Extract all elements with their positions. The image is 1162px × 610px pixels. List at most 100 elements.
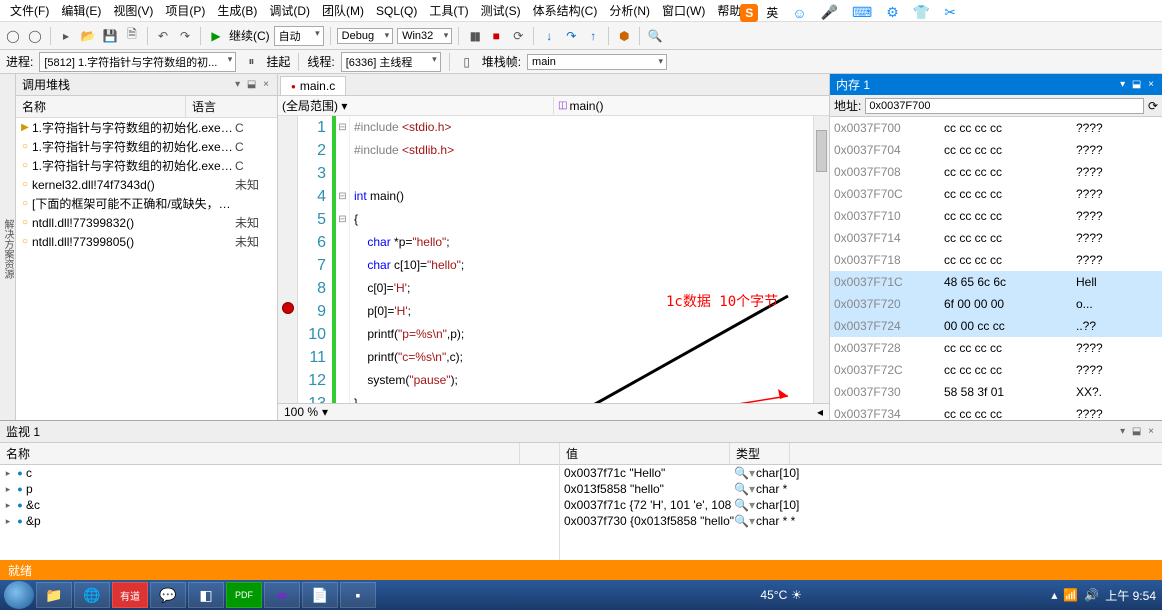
mode-dropdown[interactable]: 自动 [274,26,324,46]
ime-mode[interactable]: 英 [760,2,784,23]
back-icon[interactable]: ◯ [4,27,22,45]
breakpoint-icon[interactable] [282,302,294,314]
tray-net-icon[interactable]: 📶 [1063,588,1078,602]
memory-row[interactable]: 0x0037F710cc cc cc cc???? [830,205,1162,227]
memory-row[interactable]: 0x0037F7206f 00 00 00o... [830,293,1162,315]
scrollbar-vertical[interactable] [813,116,829,403]
memory-panel-controls[interactable]: ▾ ⬓ × [1120,79,1156,90]
menu-test[interactable]: 测试(S) [475,0,527,21]
vs-icon[interactable]: ∞ [264,582,300,608]
callstack-row[interactable]: ▶1.字符指针与字符数组的初始化.exe!main(...C [16,118,277,137]
callstack-row[interactable]: ○kernel32.dll!74f7343d()未知 [16,175,277,194]
memory-row[interactable]: 0x0037F72Ccc cc cc cc???? [830,359,1162,381]
step-out-icon[interactable]: ↑ [584,27,602,45]
pdf-icon[interactable]: PDF [226,582,262,608]
tray-up-icon[interactable]: ▴ [1051,588,1057,602]
code-editor[interactable]: 1234567891011121314 ⊟⊟⊟ #include <stdio.… [278,116,829,403]
keyboard-icon[interactable]: ⌨ [846,2,878,23]
saveall-icon[interactable]: 🗎 [123,27,141,45]
config-dropdown[interactable]: Debug [337,28,393,44]
memory-row[interactable]: 0x0037F72400 00 cc cc..?? [830,315,1162,337]
platform-dropdown[interactable]: Win32 [397,28,452,44]
suspend-label[interactable]: 挂起 [266,53,290,70]
breakpoint-gutter[interactable] [278,116,298,403]
hex-icon[interactable]: ⬢ [615,27,633,45]
memory-row[interactable]: 0x0037F718cc cc cc cc???? [830,249,1162,271]
zoom-level[interactable]: 100 % [284,405,318,419]
menu-arch[interactable]: 体系结构(C) [527,0,604,21]
watch-row[interactable]: ▸●&c [0,497,559,513]
menu-tools[interactable]: 工具(T) [423,0,474,21]
pause-icon[interactable]: ▮▮ [465,27,483,45]
menu-window[interactable]: 窗口(W) [656,0,711,21]
scroll-left-icon[interactable]: ◂ [817,405,823,419]
youdao-icon[interactable]: 有道 [112,582,148,608]
function-dropdown[interactable]: ◫ main() [554,99,825,113]
vertical-tab-solution[interactable]: 解决方案资源 [0,74,16,420]
memory-row[interactable]: 0x0037F70Ccc cc cc cc???? [830,183,1162,205]
clock[interactable]: 上午 9:54 [1105,587,1156,604]
editor-tab[interactable]: ● main.c [280,76,346,95]
system-tray[interactable]: ▴ 📶 🔊 上午 9:54 [1051,587,1156,604]
find-icon[interactable]: 🔍 [646,27,664,45]
cmd-icon[interactable]: ▪ [340,582,376,608]
undo-icon[interactable]: ↶ [154,27,172,45]
explorer-icon[interactable]: 📁 [36,582,72,608]
watch-value-row[interactable]: 0x0037f71c {72 'H', 101 'e', 108 'l', 10… [560,497,1162,513]
process-dropdown[interactable]: [5812] 1.字符指针与字符数组的初... [39,52,236,72]
watch-col-name[interactable]: 名称 [0,443,520,464]
memory-row[interactable]: 0x0037F728cc cc cc cc???? [830,337,1162,359]
thread-dropdown[interactable]: [6336] 主线程 [341,52,441,72]
new-icon[interactable]: ▸ [57,27,75,45]
memory-row[interactable]: 0x0037F700cc cc cc cc???? [830,117,1162,139]
memory-row[interactable]: 0x0037F73058 58 3f 01XX?. [830,381,1162,403]
watch-value-row[interactable]: 0x013f5858 "hello"🔍▾char * [560,481,1162,497]
stackframe-dropdown[interactable]: main [527,54,667,70]
menu-team[interactable]: 团队(M) [316,0,370,21]
memory-row[interactable]: 0x0037F734cc cc cc cc???? [830,403,1162,420]
zoom-dropdown-icon[interactable]: ▾ [322,405,328,419]
callstack-row[interactable]: ○ntdll.dll!77399832()未知 [16,213,277,232]
restart-icon[interactable]: ⟳ [509,27,527,45]
watch-col-value[interactable]: 值 [560,443,730,464]
callstack-row[interactable]: ○[下面的框架可能不正确和/或缺失，没有为 [16,194,277,213]
menu-view[interactable]: 视图(V) [107,0,159,21]
sogou-icon[interactable]: S [740,4,758,22]
menu-build[interactable]: 生成(B) [211,0,263,21]
wechat-icon[interactable]: 💬 [150,582,186,608]
watch-col-type[interactable]: 类型 [730,443,790,464]
panel-controls[interactable]: ▾ ⬓ × [235,79,271,90]
stop-icon[interactable]: ■ [487,27,505,45]
watch-row[interactable]: ▸●&p [0,513,559,529]
watch-row[interactable]: ▸●c [0,465,559,481]
notepad-icon[interactable]: 📄 [302,582,338,608]
menu-sql[interactable]: SQL(Q) [370,2,423,20]
watch-value-row[interactable]: 0x0037f730 {0x013f5858 "hello"}🔍▾char * … [560,513,1162,529]
redo-icon[interactable]: ↷ [176,27,194,45]
tray-vol-icon[interactable]: 🔊 [1084,588,1099,602]
callstack-row[interactable]: ○1.字符指针与字符数组的初始化.exe!mainCC [16,156,277,175]
menu-file[interactable]: 文件(F) [4,0,55,21]
suspend-icon[interactable]: ⏸ [242,53,260,71]
app-icon[interactable]: ◧ [188,582,224,608]
col-name[interactable]: 名称 [16,96,186,117]
fold-gutter[interactable]: ⊟⊟⊟ [336,116,350,403]
memory-row[interactable]: 0x0037F704cc cc cc cc???? [830,139,1162,161]
memory-row[interactable]: 0x0037F708cc cc cc cc???? [830,161,1162,183]
memory-row[interactable]: 0x0037F71C48 65 6c 6cHell [830,271,1162,293]
callstack-row[interactable]: ○ntdll.dll!77399805()未知 [16,232,277,251]
forward-icon[interactable]: ◯ [26,27,44,45]
menu-debug[interactable]: 调试(D) [263,0,316,21]
watch-panel-controls[interactable]: ▾ ⬓ × [1120,426,1156,437]
skin-icon[interactable]: 👕 [907,2,936,23]
code-area[interactable]: #include <stdio.h> #include <stdlib.h> i… [350,116,813,403]
col-lang[interactable]: 语言 [186,96,277,117]
continue-button[interactable]: 继续(C) [229,27,270,44]
menu-analyze[interactable]: 分析(N) [603,0,656,21]
save-icon[interactable]: 💾 [101,27,119,45]
address-input[interactable] [865,98,1144,114]
step-into-icon[interactable]: ↓ [540,27,558,45]
callstack-row[interactable]: ○1.字符指针与字符数组的初始化.exe!__tmainC [16,137,277,156]
tool-icon[interactable]: ✂ [938,2,962,23]
emoji-icon[interactable]: ☺ [786,3,812,23]
